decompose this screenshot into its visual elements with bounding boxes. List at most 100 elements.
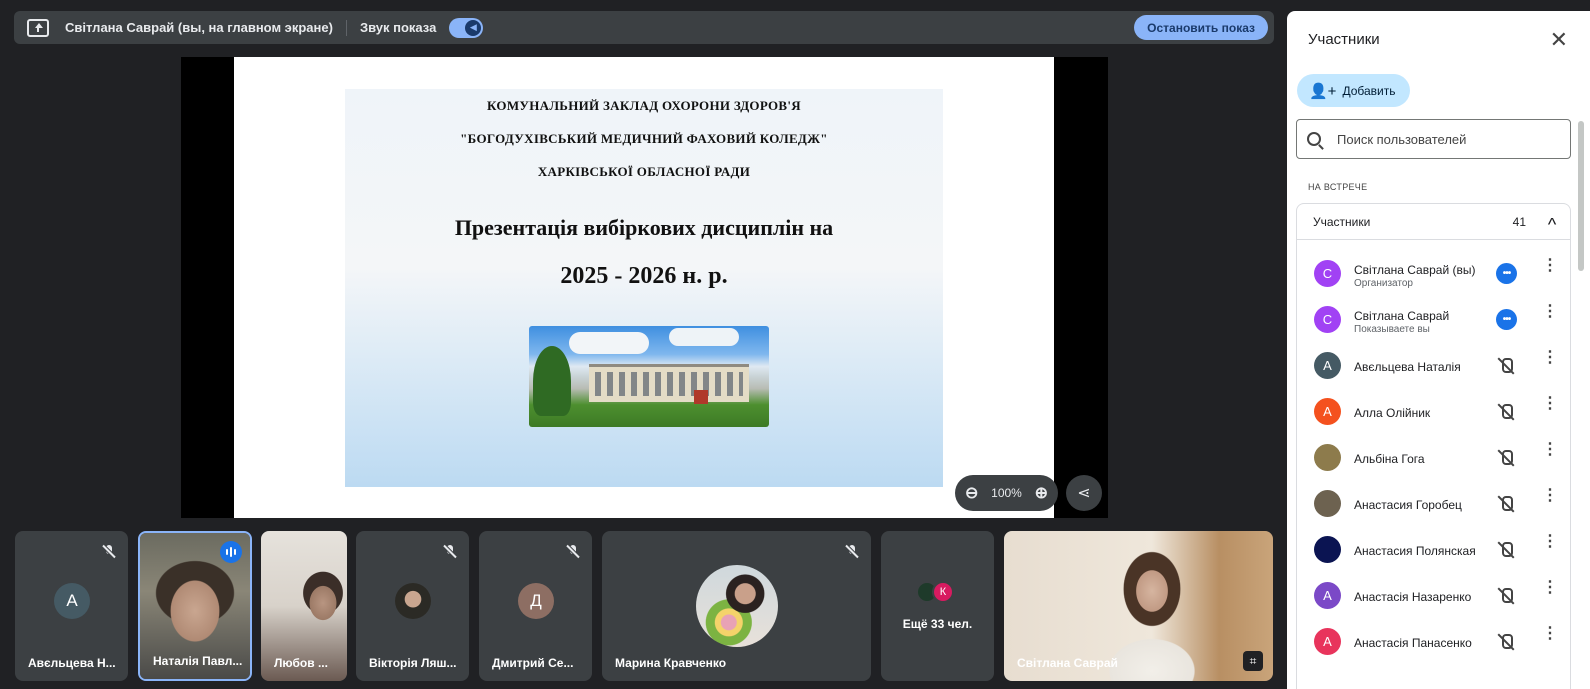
presenting-bar: Світлана Саврай (вы, на главном экране) …: [14, 11, 1274, 44]
participant-row[interactable]: Анастасия Горобец ⋮: [1297, 481, 1570, 527]
close-icon[interactable]: ✕: [1550, 27, 1568, 53]
group-label: Участники: [1313, 214, 1371, 229]
more-options-icon[interactable]: •••: [1496, 309, 1517, 330]
mic-off-icon: [847, 545, 857, 562]
presenter-label: Світлана Саврай (вы, на главном экране): [65, 20, 333, 35]
avatar: А: [1314, 582, 1341, 609]
add-people-button[interactable]: 👤+ Добавить: [1297, 74, 1410, 107]
mic-off-icon[interactable]: [1497, 357, 1515, 375]
zoom-in-icon[interactable]: ⊕: [1035, 483, 1048, 503]
add-label: Добавить: [1342, 83, 1396, 98]
search-input[interactable]: Поиск пользователей: [1296, 119, 1571, 159]
presentation-stage: КОМУНАЛЬНИЙ ЗАКЛАД ОХОРОНИ ЗДОРОВ'Я "БОГ…: [181, 57, 1108, 518]
zoom-out-icon[interactable]: ⊖: [965, 483, 978, 503]
participant-row[interactable]: А Алла Олійник ⋮: [1297, 389, 1570, 435]
more-options-icon[interactable]: •••: [1496, 263, 1517, 284]
participant-tile[interactable]: Любов ...: [261, 531, 347, 681]
avatar: А: [1314, 628, 1341, 655]
mic-off-icon: [104, 545, 114, 562]
avatar: [1314, 536, 1341, 563]
avatar: А: [1314, 352, 1341, 379]
participant-role: Организатор: [1354, 278, 1413, 289]
panel-title: Участники: [1308, 31, 1380, 48]
slide-years: 2025 - 2026 н. р.: [560, 263, 728, 289]
sound-toggle[interactable]: ◀: [449, 17, 484, 38]
participant-name: Анастасия Горобец: [1354, 498, 1462, 512]
kebab-menu-icon[interactable]: ⋮: [1542, 396, 1558, 412]
crop-icon[interactable]: ⌗: [1243, 651, 1263, 671]
participant-tile[interactable]: Д Дмитрий Се...: [479, 531, 592, 681]
participant-name: Вікторія Ляш...: [369, 656, 457, 670]
participant-name: Анастасія Панасенко: [1354, 636, 1472, 650]
participant-row[interactable]: С Світлана Саврай (вы) Организатор ••• ⋮: [1297, 251, 1570, 297]
scrollbar[interactable]: [1578, 121, 1584, 271]
participants-group: Участники 41 v С Світлана Саврай (вы) Орга…: [1296, 203, 1571, 689]
participant-tile-self[interactable]: Світлана Саврай ⌗: [1004, 531, 1273, 681]
participant-count: 41: [1512, 214, 1526, 229]
mic-off-icon: [445, 545, 455, 562]
kebab-menu-icon[interactable]: ⋮: [1542, 442, 1558, 458]
participant-name: Світлана Саврай (вы): [1354, 263, 1476, 277]
mic-off-icon[interactable]: [1497, 495, 1515, 513]
avatar: А: [1314, 398, 1341, 425]
participants-panel: Участники ✕ 👤+ Добавить Поиск пользовате…: [1287, 11, 1590, 689]
participant-tile[interactable]: Марина Кравченко: [602, 531, 871, 681]
participant-name: Світлана Саврай: [1354, 309, 1450, 323]
mic-off-icon[interactable]: [1497, 541, 1515, 559]
kebab-menu-icon[interactable]: ⋮: [1542, 488, 1558, 504]
participant-row[interactable]: Анастасия Полянская ⋮: [1297, 527, 1570, 573]
kebab-menu-icon[interactable]: ⋮: [1542, 534, 1558, 550]
present-screen-icon: [27, 18, 49, 37]
participant-row[interactable]: Альбіна Гога ⋮: [1297, 435, 1570, 481]
participant-tile[interactable]: Вікторія Ляш...: [356, 531, 469, 681]
participant-tile[interactable]: Наталія Павл...: [138, 531, 252, 681]
participant-name: Анастасія Назаренко: [1354, 590, 1472, 604]
zoom-level: 100%: [991, 486, 1022, 500]
participant-name: Дмитрий Се...: [492, 656, 574, 670]
mic-off-icon[interactable]: [1497, 633, 1515, 651]
college-building-photo: [529, 326, 769, 427]
participant-tile[interactable]: А Авєльцева Н...: [15, 531, 128, 681]
avatar: [395, 583, 431, 619]
participant-row[interactable]: А Авєльцева Наталія ⋮: [1297, 343, 1570, 389]
participant-row[interactable]: А Анастасія Панасенко ⋮: [1297, 619, 1570, 665]
avatar: А: [54, 583, 90, 619]
group-header[interactable]: Участники 41 v: [1297, 204, 1570, 240]
kebab-menu-icon[interactable]: ⋮: [1542, 626, 1558, 642]
participant-name: Світлана Саврай: [1017, 656, 1118, 670]
slide-content: КОМУНАЛЬНИЙ ЗАКЛАД ОХОРОНИ ЗДОРОВ'Я "БОГ…: [345, 89, 943, 487]
participant-role: Показываете вы: [1354, 324, 1430, 335]
chevron-up-icon[interactable]: v: [1548, 215, 1556, 229]
institution-line-3: ХАРКІВСЬКОЇ ОБЛАСНОЇ РАДИ: [537, 164, 751, 179]
mic-off-icon[interactable]: [1497, 587, 1515, 605]
more-participants-tile[interactable]: К Ещё 33 чел.: [881, 531, 994, 681]
kebab-menu-icon[interactable]: ⋮: [1542, 580, 1558, 596]
avatar: С: [1314, 306, 1341, 333]
participant-row[interactable]: А Анастасія Назаренко ⋮: [1297, 573, 1570, 619]
mic-off-icon: [568, 545, 578, 562]
more-participants-label: Ещё 33 чел.: [902, 617, 973, 631]
mic-off-icon[interactable]: [1497, 449, 1515, 467]
kebab-menu-icon[interactable]: ⋮: [1542, 258, 1558, 274]
add-person-icon: 👤+: [1309, 82, 1337, 100]
participant-name: Авєльцева Наталія: [1354, 360, 1461, 374]
participant-row[interactable]: С Світлана Саврай Показываете вы ••• ⋮: [1297, 297, 1570, 343]
participant-name: Авєльцева Н...: [28, 656, 116, 670]
avatar: [1314, 490, 1341, 517]
divider: [345, 19, 347, 36]
slide-title: Презентація вибіркових дисциплін на: [454, 215, 834, 240]
avatar: С: [1314, 260, 1341, 287]
stop-presenting-button[interactable]: Остановить показ: [1134, 15, 1268, 40]
kebab-menu-icon[interactable]: ⋮: [1542, 350, 1558, 366]
zoom-controls: ⊖ 100% ⊕: [955, 475, 1058, 511]
search-placeholder: Поиск пользователей: [1337, 131, 1467, 147]
avatar: [696, 565, 778, 647]
participant-name: Алла Олійник: [1354, 406, 1431, 420]
kebab-menu-icon[interactable]: ⋮: [1542, 304, 1558, 320]
share-icon[interactable]: ⋖: [1066, 475, 1102, 511]
avatar: Д: [518, 583, 554, 619]
slide: КОМУНАЛЬНИЙ ЗАКЛАД ОХОРОНИ ЗДОРОВ'Я "БОГ…: [234, 57, 1054, 518]
sound-label: Звук показа: [359, 20, 437, 35]
institution-line-1: КОМУНАЛЬНИЙ ЗАКЛАД ОХОРОНИ ЗДОРОВ'Я: [487, 98, 801, 113]
mic-off-icon[interactable]: [1497, 403, 1515, 421]
